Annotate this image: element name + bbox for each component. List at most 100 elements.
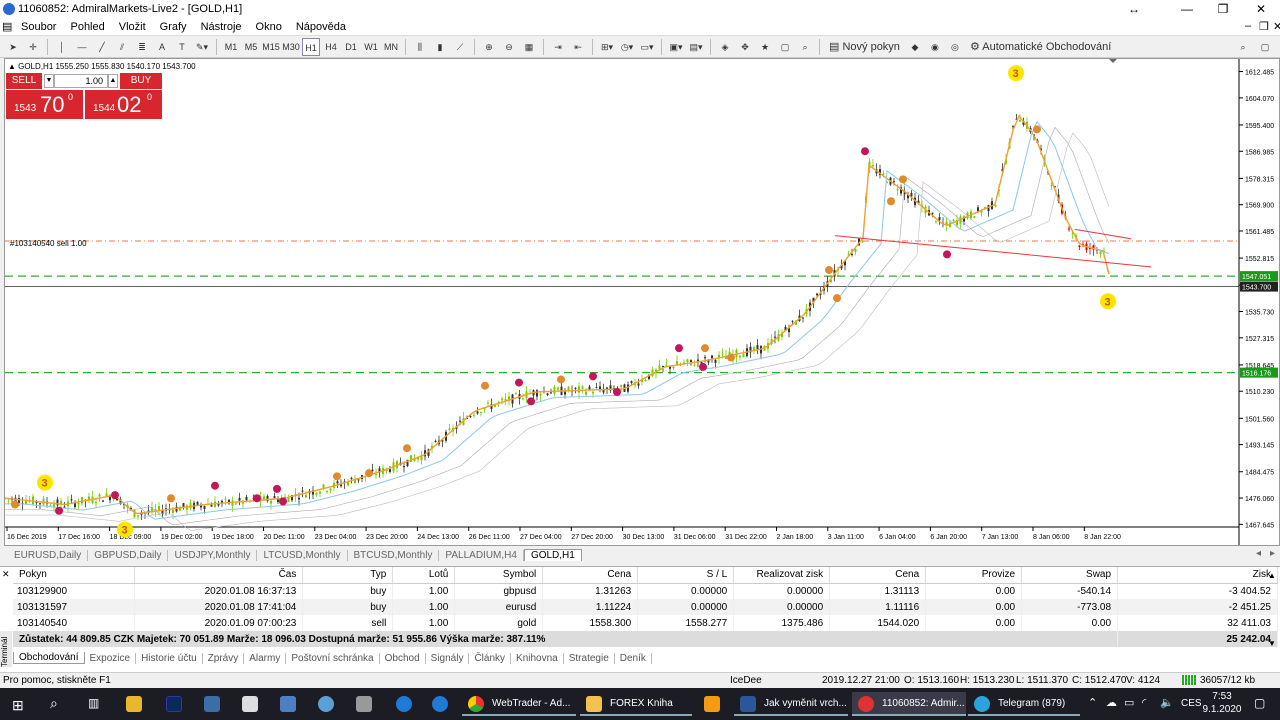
task-forex-kniha[interactable]: FOREX Kniha	[580, 692, 692, 716]
col-lotu[interactable]: Lotů	[392, 567, 456, 584]
tab-btcusd-monthly[interactable]: BTCUSD,Monthly	[348, 549, 440, 561]
terminal-tab-4[interactable]: Alarmy	[244, 652, 287, 664]
col-pokyn[interactable]: Pokyn	[13, 567, 136, 584]
col-cena[interactable]: Cena	[542, 567, 639, 584]
minimize-icon[interactable]: —	[1170, 0, 1204, 18]
tab-palladium-h4[interactable]: PALLADIUM,H4	[439, 549, 524, 561]
timeframe-m5[interactable]: M5	[242, 38, 260, 56]
crosshair-icon[interactable]: ✛	[24, 38, 42, 56]
task-metatrader[interactable]: 11060852: Admir...	[852, 692, 966, 716]
tray-chevron-icon[interactable]: ⌃	[1088, 696, 1097, 709]
timeframe-h1[interactable]: H1	[302, 37, 320, 56]
terminal-tab-0[interactable]: Obchodování	[13, 652, 85, 664]
col-cas[interactable]: Čas	[134, 567, 304, 584]
tab-usdjpy-monthly[interactable]: USDJPY,Monthly	[168, 549, 258, 561]
chart-shift-icon[interactable]: ⇤	[569, 38, 587, 56]
menu-napoveda[interactable]: Nápověda	[289, 21, 353, 33]
notifications-icon[interactable]: ▢	[1254, 696, 1265, 710]
zoom-out-icon[interactable]: ⊖	[500, 38, 518, 56]
vlc-icon[interactable]	[704, 696, 720, 712]
app-icon[interactable]	[356, 696, 372, 712]
app-icon[interactable]	[318, 696, 334, 712]
candle-chart-icon[interactable]: ▮	[431, 38, 449, 56]
channel-icon[interactable]: ⫽	[113, 38, 131, 56]
col-sl[interactable]: S / L	[637, 567, 735, 584]
terminal-close-icon[interactable]: ✕	[2, 569, 10, 580]
horizontal-line-icon[interactable]: —	[73, 38, 91, 56]
clock-time[interactable]: 7:53	[1204, 691, 1240, 702]
app-icon[interactable]	[204, 696, 220, 712]
store-icon[interactable]	[126, 696, 142, 712]
timeframe-w1[interactable]: W1	[362, 38, 380, 56]
fibonacci-icon[interactable]: ≣	[133, 38, 151, 56]
trendline-icon[interactable]: ╱	[93, 38, 111, 56]
terminal-tab-3[interactable]: Zprávy	[203, 652, 245, 664]
windows-start-icon[interactable]: ⊞	[12, 697, 24, 714]
metaeditor-icon[interactable]: ◆	[906, 38, 924, 56]
search-icon[interactable]: ⌕	[50, 695, 58, 712]
templates-icon[interactable]: ▭▾	[638, 38, 656, 56]
terminal-tab-7[interactable]: Signály	[426, 652, 470, 664]
signals-icon[interactable]: ◎	[946, 38, 964, 56]
cursor-icon[interactable]: ➤	[4, 38, 22, 56]
col-zisk[interactable]: Zisk	[1117, 567, 1278, 584]
timeframe-m1[interactable]: M1	[222, 38, 240, 56]
menu-grafy[interactable]: Grafy	[153, 21, 194, 33]
timeframe-m30[interactable]: M30	[282, 38, 300, 56]
strategy-tester-icon[interactable]: ⌕	[796, 38, 814, 56]
autoscroll-icon[interactable]: ⇥	[549, 38, 567, 56]
order-row[interactable]: 103129900 2020.01.08 16:37:13 buy 1.00 gbpus…	[13, 583, 1278, 599]
price-chart[interactable]: 1612.485 1604.070 1595.400 1586.985 1578.315…	[5, 59, 1279, 545]
menu-nastroje[interactable]: Nástroje	[194, 21, 249, 33]
terminal-tab-10[interactable]: Strategie	[564, 652, 615, 664]
col-realizovat-zisk[interactable]: Realizovat zisk	[733, 567, 831, 584]
menu-vlozit[interactable]: Vložit	[112, 21, 153, 33]
col-provize[interactable]: Provize	[925, 567, 1023, 584]
order-row[interactable]: 103140540 2020.01.09 07:00:23 sell 1.00 gold…	[13, 615, 1278, 631]
menu-soubor[interactable]: Soubor	[14, 21, 63, 33]
ie-icon[interactable]	[432, 696, 448, 712]
community-icon[interactable]: ◉	[926, 38, 944, 56]
maximize-icon[interactable]: ❐	[1206, 0, 1240, 18]
timeframe-mn[interactable]: MN	[382, 38, 400, 56]
col-cena-2[interactable]: Cena	[829, 567, 927, 584]
terminal-tab-8[interactable]: Články	[469, 652, 512, 664]
sell-button[interactable]: SELL	[6, 73, 42, 89]
document-icon[interactable]	[242, 696, 258, 712]
task-view-icon[interactable]: ▥	[88, 696, 99, 710]
sell-price-box[interactable]: 1543 70 0	[6, 90, 83, 119]
wifi-icon[interactable]: ◜	[1142, 696, 1146, 709]
tab-gbpusd-daily[interactable]: GBPUSD,Daily	[88, 549, 169, 561]
auto-trading-button[interactable]: ⚙ Automatické Obchodování	[966, 38, 1115, 56]
lot-increase-icon[interactable]: ▲	[108, 74, 118, 88]
new-order-button[interactable]: ▤ Nový pokyn	[825, 38, 904, 56]
tabs-scroll-right-icon[interactable]: ▸	[1264, 548, 1280, 559]
col-symbol[interactable]: Symbol	[454, 567, 544, 584]
search-icon[interactable]: ⌕	[1234, 38, 1252, 56]
battery-icon[interactable]: ▭	[1124, 696, 1134, 709]
chart-window[interactable]: 1612.485 1604.070 1595.400 1586.985 1578.315…	[4, 58, 1280, 546]
menu-okno[interactable]: Okno	[249, 21, 289, 33]
timeframe-m15[interactable]: M15	[262, 38, 280, 56]
lot-decrease-icon[interactable]: ▼	[44, 74, 54, 88]
child-close-icon[interactable]: ✕	[1266, 20, 1280, 33]
profiles-icon[interactable]: ▤▾	[687, 38, 705, 56]
favorites-icon[interactable]: ★	[756, 38, 774, 56]
cloud-icon[interactable]: ☁	[1106, 696, 1117, 709]
col-typ[interactable]: Typ	[302, 567, 394, 584]
col-swap[interactable]: Swap	[1021, 567, 1119, 584]
tab-gold-h1[interactable]: GOLD,H1	[523, 549, 582, 561]
periods-icon[interactable]: ◷▾	[618, 38, 636, 56]
lot-input[interactable]	[54, 74, 108, 88]
tile-windows-icon[interactable]: ▦	[520, 38, 538, 56]
navigator-icon[interactable]: ◈	[716, 38, 734, 56]
new-chart-icon[interactable]: ▣▾	[667, 38, 685, 56]
shapes-icon[interactable]: ✎▾	[193, 38, 211, 56]
menu-pohled[interactable]: Pohled	[63, 21, 111, 33]
task-telegram[interactable]: Telegram (879)	[968, 692, 1080, 716]
buy-button[interactable]: BUY	[120, 73, 162, 89]
bar-chart-icon[interactable]: ⫼	[411, 38, 429, 56]
scroll-up-icon[interactable]: ▲	[1268, 571, 1276, 580]
order-row[interactable]: 103131597 2020.01.08 17:41:04 buy 1.00 eurus…	[13, 599, 1278, 615]
zoom-in-icon[interactable]: ⊕	[480, 38, 498, 56]
